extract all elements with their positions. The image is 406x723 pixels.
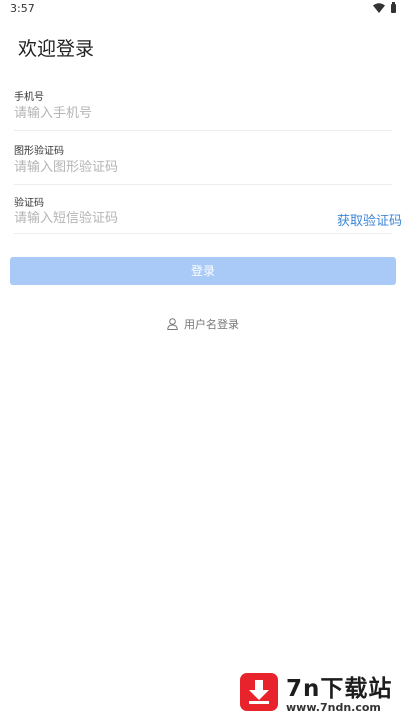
- sms-field-group: 验证码 获取验证码: [14, 192, 402, 234]
- user-icon: [167, 318, 178, 330]
- sms-code-input[interactable]: [14, 211, 274, 226]
- username-login-link[interactable]: 用户名登录: [0, 316, 406, 332]
- status-time: 3:57: [10, 2, 35, 15]
- page-title: 欢迎登录: [18, 38, 95, 60]
- wifi-icon: [373, 3, 385, 13]
- captcha-label: 图形验证码: [14, 146, 64, 157]
- watermark-title: 7n下载站: [286, 676, 393, 702]
- watermark-url: www.7ndn.com: [286, 701, 381, 714]
- sms-label: 验证码: [14, 198, 44, 209]
- watermark-logo: [240, 673, 278, 711]
- status-icons: [373, 1, 396, 13]
- get-code-button[interactable]: 获取验证码: [337, 210, 402, 229]
- phone-label: 手机号: [14, 92, 44, 103]
- captcha-field-group: 图形验证码: [14, 140, 392, 185]
- captcha-input[interactable]: [14, 160, 314, 175]
- status-bar: 3:57: [0, 0, 406, 20]
- phone-input[interactable]: [14, 106, 314, 121]
- username-login-label: 用户名登录: [184, 318, 239, 331]
- battery-icon: [391, 1, 396, 13]
- watermark: 7n下载站 www.7ndn.com: [240, 669, 400, 717]
- login-button[interactable]: 登录: [10, 257, 396, 285]
- phone-field-group: 手机号: [14, 86, 392, 131]
- download-arrow-icon: [249, 680, 269, 704]
